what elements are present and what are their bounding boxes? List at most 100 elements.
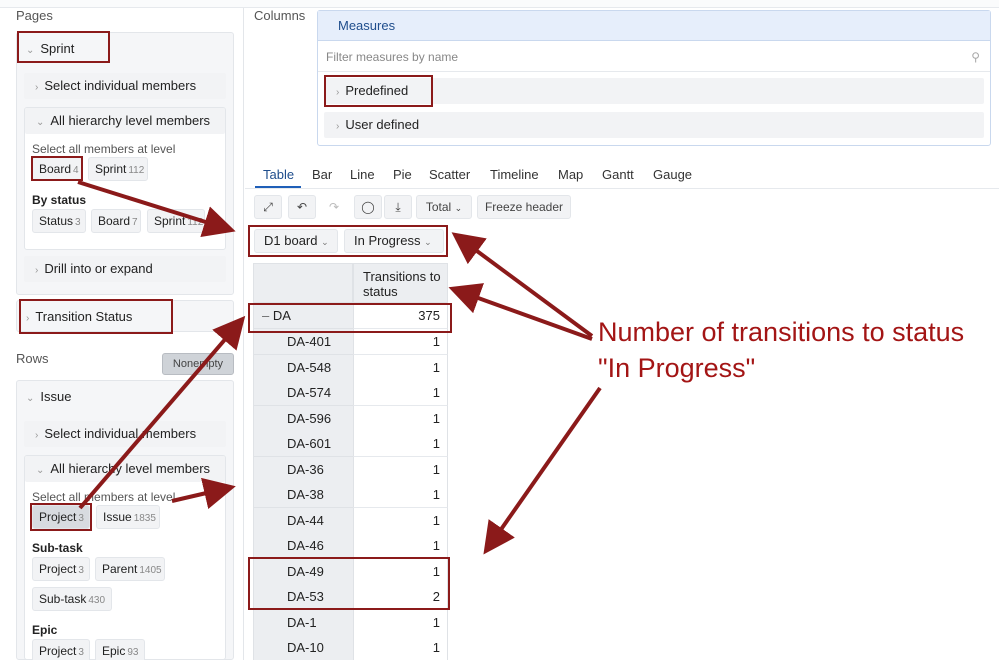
arrow-annotation-to-status bbox=[451, 232, 594, 338]
chip-label: Sub-task bbox=[39, 592, 87, 606]
sprint-all-hierarchy[interactable]: ⌄ All hierarchy level members bbox=[25, 108, 225, 134]
tab-map[interactable]: Map bbox=[558, 167, 583, 182]
measures-panel: Measures Filter measures by name ⚲ › Pred… bbox=[317, 10, 991, 146]
annotation-text: Number of transitions to status "In Prog… bbox=[598, 314, 964, 386]
transition-status-header[interactable]: › Transition Status bbox=[26, 309, 132, 324]
chip-label: Board bbox=[39, 162, 72, 176]
drill-into-expand[interactable]: › Drill into or expand bbox=[24, 256, 226, 282]
table-row-header[interactable]: DA-601 bbox=[253, 431, 353, 457]
measures-predefined[interactable]: › Predefined bbox=[324, 78, 984, 104]
status-chip-sprint[interactable]: Sprint 112 bbox=[147, 209, 205, 233]
table-cell: 1 bbox=[353, 609, 448, 636]
redo-icon: ↷ bbox=[328, 200, 340, 214]
subtask-chip-parent[interactable]: Parent 1405 bbox=[95, 557, 165, 581]
table-row-header[interactable]: DA-44 bbox=[253, 507, 353, 534]
tab-line[interactable]: Line bbox=[350, 167, 375, 182]
tab-pie[interactable]: Pie bbox=[393, 167, 412, 182]
level-chip-project[interactable]: Project 3 bbox=[32, 505, 90, 529]
tab-gauge[interactable]: Gauge bbox=[653, 167, 692, 182]
subtask-chip-project[interactable]: Project 3 bbox=[32, 557, 90, 581]
table-row-header[interactable]: DA-401 bbox=[253, 329, 353, 355]
table-row-header[interactable]: DA-10 bbox=[253, 635, 353, 660]
comment-button[interactable]: ◯ bbox=[354, 195, 382, 219]
all-hierarchy-label: All hierarchy level members bbox=[50, 113, 211, 128]
pages-title: Pages bbox=[16, 8, 53, 23]
chip-count: 1405 bbox=[139, 565, 162, 576]
table-row-header[interactable]: DA-1 bbox=[253, 609, 353, 636]
issue-dimension-header[interactable]: ⌄ Issue bbox=[26, 389, 71, 404]
column-header-transitions[interactable]: Transitions to status bbox=[353, 263, 448, 303]
level-chip-issue[interactable]: Issue 1835 bbox=[96, 505, 160, 529]
issue-all-hierarchy[interactable]: ⌄ All hierarchy level members bbox=[25, 456, 225, 482]
chevron-right-icon: › bbox=[26, 313, 30, 324]
chip-label: Status bbox=[39, 214, 74, 228]
total-dropdown[interactable]: Total ⌄ bbox=[416, 195, 472, 219]
all-hierarchy-label: All hierarchy level members bbox=[50, 461, 211, 476]
fullscreen-button[interactable]: ⤢ bbox=[254, 195, 282, 219]
measures-user-defined[interactable]: › User defined bbox=[324, 112, 984, 138]
epic-chip-project[interactable]: Project 3 bbox=[32, 639, 90, 660]
export-button[interactable]: ⤓ bbox=[384, 195, 412, 219]
table-row-header[interactable]: DA-53 bbox=[253, 584, 353, 610]
chevron-down-icon: ⌄ bbox=[36, 465, 45, 476]
tab-gantt[interactable]: Gantt bbox=[602, 167, 634, 182]
table-cell: 1 bbox=[353, 507, 448, 534]
subtask-label: Sub-task bbox=[32, 541, 83, 555]
chip-label: Project bbox=[39, 644, 77, 658]
table-cell: 1 bbox=[353, 431, 448, 457]
status-chip-board[interactable]: Board 7 bbox=[91, 209, 141, 233]
epic-chip-epic[interactable]: Epic 93 bbox=[95, 639, 145, 660]
table-cell: 1 bbox=[353, 380, 448, 406]
undo-button[interactable]: ↶ bbox=[288, 195, 316, 219]
board-filter-dropdown[interactable]: D1 board ⌄ bbox=[254, 229, 338, 253]
chip-count: 430 bbox=[88, 595, 106, 606]
comment-icon: ◯ bbox=[361, 200, 375, 214]
table-row-header[interactable]: DA-38 bbox=[253, 482, 353, 508]
measures-filter-input[interactable]: Filter measures by name ⚲ bbox=[318, 42, 990, 72]
table-row-header-total[interactable]: – DA bbox=[253, 303, 353, 329]
table-row-header[interactable]: DA-548 bbox=[253, 354, 353, 381]
issue-select-individual[interactable]: › Select individual members bbox=[24, 421, 226, 447]
select-individual-label: Select individual members bbox=[44, 426, 197, 441]
chip-count: 3 bbox=[75, 217, 81, 228]
redo-button[interactable]: ↷ bbox=[320, 195, 348, 219]
filter-placeholder: Filter measures by name bbox=[326, 50, 459, 64]
tab-table[interactable]: Table bbox=[263, 167, 294, 182]
chip-label: Parent bbox=[102, 562, 138, 576]
sprint-dimension-header[interactable]: ⌄ Sprint bbox=[26, 41, 74, 56]
table-cell: 2 bbox=[353, 584, 448, 610]
table-row-header[interactable]: DA-596 bbox=[253, 405, 353, 432]
level-chip-board[interactable]: Board 4 bbox=[32, 157, 82, 181]
table-cell: 1 bbox=[353, 533, 448, 559]
chip-count: 1835 bbox=[133, 513, 156, 524]
annotation-line-1: Number of transitions to status bbox=[598, 317, 965, 347]
chevron-down-icon: ⌄ bbox=[454, 203, 463, 213]
rows-title: Rows bbox=[16, 351, 49, 366]
table-row-header[interactable]: DA-36 bbox=[253, 456, 353, 483]
arrow-annotation-to-rows bbox=[483, 386, 602, 555]
table-row-header[interactable]: DA-46 bbox=[253, 533, 353, 559]
table-row-header[interactable]: DA-574 bbox=[253, 380, 353, 406]
chip-label: Epic bbox=[102, 644, 126, 658]
tab-bar[interactable]: Bar bbox=[312, 167, 332, 182]
measures-header[interactable]: Measures bbox=[318, 11, 990, 41]
chip-count: 112 bbox=[128, 165, 145, 176]
status-chip-status[interactable]: Status 3 bbox=[32, 209, 86, 233]
table-row-header[interactable]: DA-49 bbox=[253, 558, 353, 585]
transition-status-label: Transition Status bbox=[35, 309, 133, 324]
level-chip-sprint[interactable]: Sprint 112 bbox=[88, 157, 148, 181]
status-filter-dropdown[interactable]: In Progress ⌄ bbox=[344, 229, 444, 253]
subtask-chip-subtask[interactable]: Sub-task 430 bbox=[32, 587, 112, 611]
sprint-select-individual[interactable]: › Select individual members bbox=[24, 73, 226, 99]
columns-title: Columns bbox=[254, 8, 306, 23]
top-bar bbox=[0, 0, 999, 8]
freeze-header-button[interactable]: Freeze header bbox=[477, 195, 571, 219]
tab-scatter[interactable]: Scatter bbox=[429, 167, 470, 182]
tab-timeline[interactable]: Timeline bbox=[490, 167, 539, 182]
issue-dimension-label: Issue bbox=[40, 389, 72, 404]
nonempty-button[interactable]: Nonempty bbox=[162, 353, 234, 375]
undo-icon: ↶ bbox=[296, 200, 308, 214]
chevron-right-icon: › bbox=[35, 430, 39, 441]
active-tab-indicator bbox=[255, 186, 301, 188]
chevron-down-icon: ⌄ bbox=[26, 45, 35, 56]
